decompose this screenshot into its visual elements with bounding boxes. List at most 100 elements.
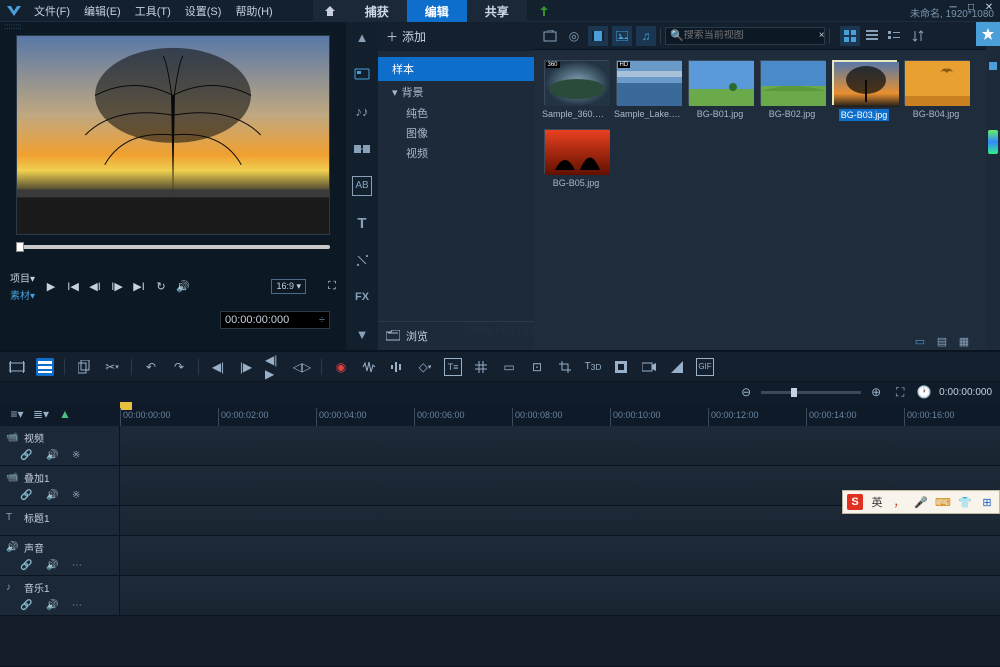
track-lane[interactable]: [120, 576, 1000, 615]
menu-help[interactable]: 帮助(H): [235, 3, 272, 19]
thumbnail-item[interactable]: 360Sample_360.mp4: [542, 60, 610, 121]
gif-icon[interactable]: GIF: [696, 358, 714, 376]
audio-category-icon[interactable]: ♪♪: [352, 102, 372, 121]
redo-icon[interactable]: ↷: [170, 358, 188, 376]
track-header[interactable]: 🔊声音🔗🔊⋯: [0, 536, 120, 575]
menu-settings[interactable]: 设置(S): [185, 3, 222, 19]
layout3-icon[interactable]: ▦: [956, 334, 972, 348]
view-detail-icon[interactable]: [884, 26, 904, 46]
zoom-handle[interactable]: [791, 388, 797, 397]
preview-timecode[interactable]: 00:00:00:000÷: [220, 311, 330, 329]
filter-audio-icon[interactable]: ♫: [636, 26, 656, 46]
track-more-icon[interactable]: ⋯: [72, 559, 84, 571]
audio-mixer-icon[interactable]: [360, 358, 378, 376]
title-category-icon[interactable]: T: [352, 214, 372, 233]
undo-icon[interactable]: ↶: [142, 358, 160, 376]
track-fx-icon[interactable]: ※: [72, 449, 84, 461]
clear-search-icon[interactable]: ×: [816, 30, 828, 41]
layout2-icon[interactable]: ▤: [934, 334, 950, 348]
chroma-icon[interactable]: [612, 358, 630, 376]
scrub-bar[interactable]: [16, 245, 330, 249]
trim-left-icon[interactable]: ◀|: [209, 358, 227, 376]
track-link-icon[interactable]: 🔗: [20, 449, 32, 461]
zoom-out-icon[interactable]: ⊖: [737, 383, 755, 401]
normalize-icon[interactable]: [388, 358, 406, 376]
track-link-icon[interactable]: 🔗: [20, 559, 32, 571]
goto-start-button[interactable]: I◀: [65, 278, 81, 294]
filter-photo-icon[interactable]: [612, 26, 632, 46]
track-more-icon[interactable]: ⋯: [72, 599, 84, 611]
import-icon[interactable]: [540, 26, 560, 46]
tools-category-icon[interactable]: [352, 251, 372, 270]
tree-sample[interactable]: 样本: [378, 57, 534, 81]
crop-icon[interactable]: [556, 358, 574, 376]
volume-button[interactable]: 🔊: [175, 278, 191, 294]
track-menu2-icon[interactable]: ≣▾: [32, 405, 50, 423]
pip-icon[interactable]: ⊡: [528, 358, 546, 376]
goto-end-button[interactable]: ▶I: [131, 278, 147, 294]
track-vol-icon[interactable]: 🔊: [46, 449, 58, 461]
storyboard-mode-icon[interactable]: [8, 358, 26, 376]
split-icon[interactable]: ◀|▶: [265, 358, 283, 376]
thumbnail-item[interactable]: BG-B05.jpg: [542, 129, 610, 188]
step-back-button[interactable]: ◀I: [87, 278, 103, 294]
clock-icon[interactable]: 🕐: [915, 383, 933, 401]
tree-video[interactable]: 视频: [378, 143, 534, 163]
menu-tools[interactable]: 工具(T): [135, 3, 171, 19]
timeline-mode-icon[interactable]: [36, 358, 54, 376]
track-header[interactable]: T标题1: [0, 506, 120, 535]
ime-toolbox-icon[interactable]: ⊞: [979, 494, 995, 510]
preview-tab-clip[interactable]: 素材▾: [8, 286, 37, 303]
ime-mic-icon[interactable]: 🎤: [913, 494, 929, 510]
track-vol-icon[interactable]: 🔊: [46, 489, 58, 501]
mask-icon[interactable]: ▭: [500, 358, 518, 376]
home-button[interactable]: [313, 0, 347, 22]
thumbnail-item[interactable]: BG-B02.jpg: [758, 60, 826, 121]
ime-keyboard-icon[interactable]: ⌨: [935, 494, 951, 510]
add-button[interactable]: ＋ 添加: [386, 28, 426, 45]
ime-logo-icon[interactable]: S: [847, 494, 863, 510]
step-fwd-button[interactable]: I▶: [109, 278, 125, 294]
transition-category-icon[interactable]: [352, 139, 372, 158]
fx-category-icon[interactable]: FX: [352, 288, 372, 307]
track-header[interactable]: 📹叠加1🔗🔊※: [0, 466, 120, 505]
grid-icon[interactable]: [472, 358, 490, 376]
panel-grip[interactable]: ::::::::: [0, 22, 346, 31]
track-menu1-icon[interactable]: ≡▾: [8, 405, 26, 423]
track-vol-icon[interactable]: 🔊: [46, 559, 58, 571]
track-vol-icon[interactable]: 🔊: [46, 599, 58, 611]
menu-file[interactable]: 文件(F): [34, 3, 70, 19]
track-lane[interactable]: [120, 536, 1000, 575]
track-header[interactable]: ♪音乐1🔗🔊⋯: [0, 576, 120, 615]
tab-edit[interactable]: 编辑: [407, 0, 467, 22]
fullscreen-button[interactable]: ⛶: [324, 278, 340, 294]
track-link-icon[interactable]: 🔗: [20, 599, 32, 611]
media-category-icon[interactable]: [352, 65, 372, 84]
browse-button[interactable]: 浏览: [378, 321, 534, 350]
filter-video-icon[interactable]: [588, 26, 608, 46]
record-icon[interactable]: ◉: [332, 358, 350, 376]
tree-background[interactable]: ▾背景: [378, 81, 534, 103]
collapse-icon[interactable]: ▲: [352, 28, 372, 47]
zoom-slider[interactable]: [761, 391, 861, 394]
track-fx-icon[interactable]: ※: [72, 489, 84, 501]
ruler-scale[interactable]: 00:00:00:0000:00:02:0000:00:04:0000:00:0…: [120, 402, 1000, 426]
zoom-in-icon[interactable]: ⊕: [867, 383, 885, 401]
tree-image[interactable]: 图像: [378, 123, 534, 143]
edge-marker[interactable]: [989, 62, 997, 70]
edge-swatches[interactable]: [988, 130, 998, 154]
thumbnail-item[interactable]: BG-B01.jpg: [686, 60, 754, 121]
play-button[interactable]: ▶: [43, 278, 59, 294]
slip-icon[interactable]: ◁▷: [293, 358, 311, 376]
tools-icon[interactable]: ✂▾: [103, 358, 121, 376]
ime-lang[interactable]: 英: [869, 494, 885, 510]
scrub-handle[interactable]: [16, 242, 24, 252]
thumbnail-item[interactable]: BG-B03.jpg: [830, 60, 898, 121]
preview-viewport[interactable]: [16, 35, 330, 235]
menu-edit[interactable]: 编辑(E): [84, 3, 121, 19]
color-grade-icon[interactable]: [668, 358, 686, 376]
view-thumb-icon[interactable]: [840, 26, 860, 46]
text-tool-icon[interactable]: T≡: [444, 358, 462, 376]
aspect-ratio-selector[interactable]: 16:9 ▾: [271, 279, 306, 294]
preview-tab-project[interactable]: 项目▾: [8, 269, 37, 286]
